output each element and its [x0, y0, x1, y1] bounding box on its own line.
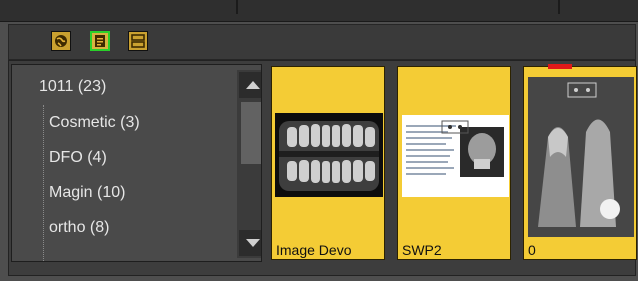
toolbar — [8, 24, 636, 60]
globe-button[interactable] — [51, 31, 71, 51]
scroll-up-button[interactable] — [239, 72, 261, 98]
image-label: Image Devo — [276, 242, 352, 258]
tree-item-ortho[interactable]: ortho (8) — [49, 214, 109, 242]
tree-item-cosmetic[interactable]: Cosmetic (3) — [49, 109, 140, 137]
globe-icon — [54, 34, 68, 48]
tree-connector — [43, 105, 44, 261]
tree-item-magin[interactable]: Magin (10) — [49, 179, 125, 207]
scroll-down-button[interactable] — [239, 230, 261, 256]
scroll-thumb[interactable] — [241, 102, 261, 164]
image-card[interactable]: 0 — [523, 66, 637, 260]
image-card[interactable]: SWP2 — [397, 66, 511, 260]
document-button[interactable] — [90, 31, 110, 51]
periapical-xray-image — [528, 77, 634, 237]
image-card[interactable]: Image Devo — [271, 66, 385, 260]
top-bar-divider — [558, 0, 560, 14]
stack-icon — [131, 34, 145, 48]
tree-scrollbar[interactable] — [237, 70, 261, 258]
panoramic-xray-image — [275, 113, 383, 197]
image-label: 0 — [528, 242, 536, 258]
stack-button[interactable] — [128, 31, 148, 51]
arrow-up-icon — [246, 81, 260, 89]
tree-item-dfo[interactable]: DFO (4) — [49, 144, 107, 172]
tree-item-1011[interactable]: 1011 (23) — [39, 73, 106, 101]
category-tree: 1011 (23) Cosmetic (3) DFO (4) Magin (10… — [11, 64, 262, 262]
document-icon — [94, 34, 106, 48]
report-document-image — [402, 115, 509, 197]
arrow-down-icon — [246, 239, 260, 247]
top-bar-divider — [236, 0, 238, 14]
top-bar — [0, 0, 638, 22]
selected-marker — [548, 64, 572, 69]
image-label: SWP2 — [402, 242, 442, 258]
